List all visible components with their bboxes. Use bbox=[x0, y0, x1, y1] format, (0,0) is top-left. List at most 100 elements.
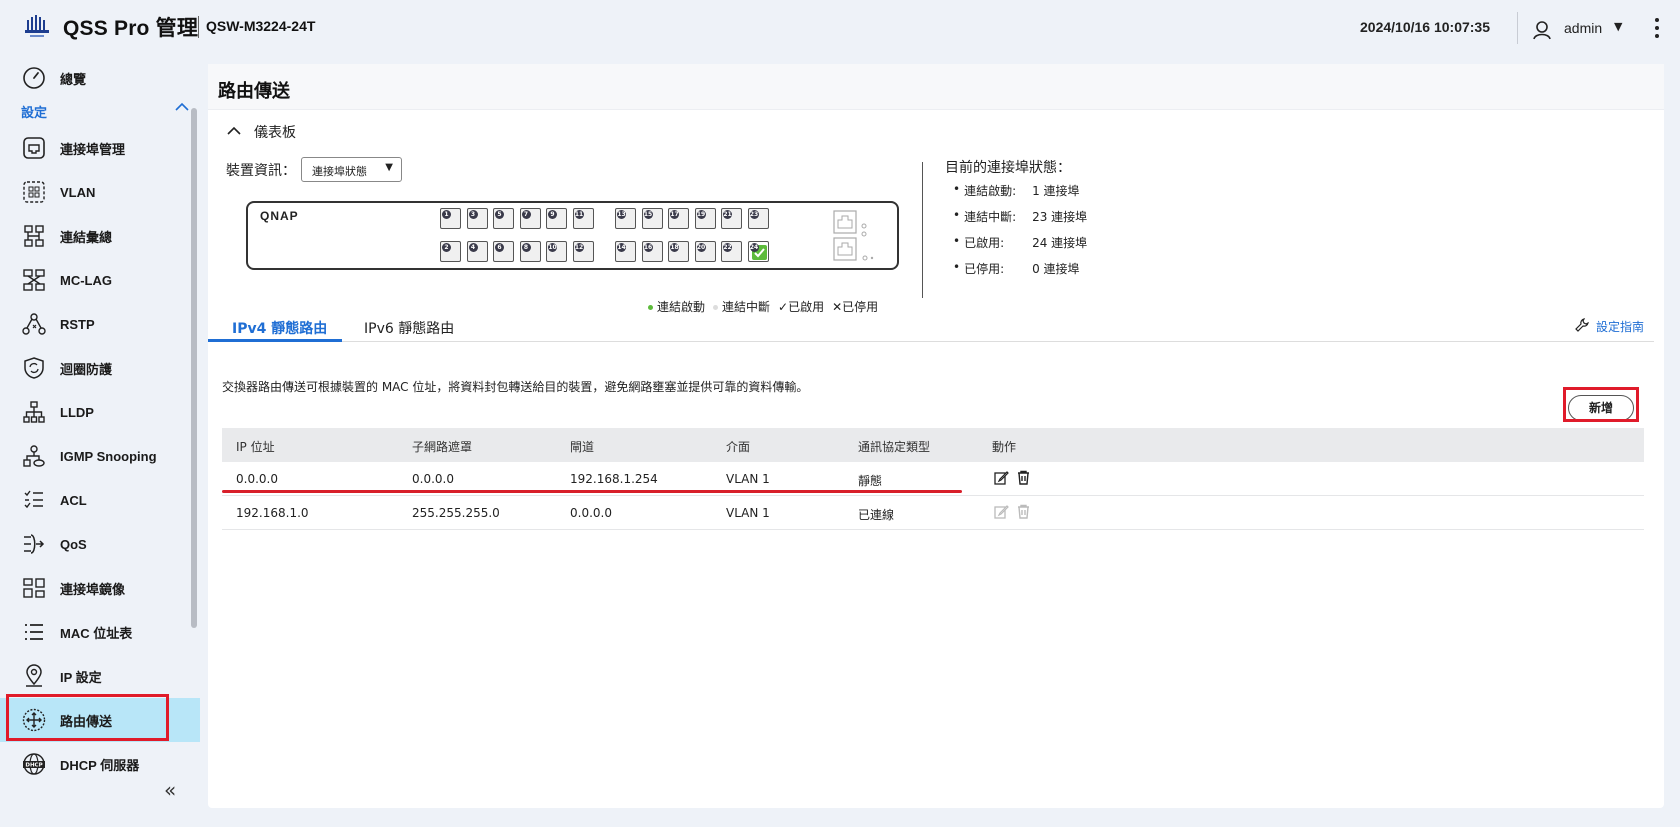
wrench-icon[interactable] bbox=[1574, 317, 1590, 333]
switch-port[interactable]: 12 bbox=[572, 241, 594, 262]
cell-interface: VLAN 1 bbox=[726, 506, 770, 520]
switch-port[interactable]: 10 bbox=[546, 241, 567, 262]
qos-icon bbox=[24, 534, 45, 554]
column-header: 介面 bbox=[726, 440, 751, 454]
sidebar-item-label: 路由傳送 bbox=[60, 713, 113, 729]
switch-port[interactable]: 20 bbox=[694, 241, 716, 262]
port-number: 8 bbox=[521, 243, 531, 252]
port-status-list: • 連結啟動: 1 連接埠 • 連結中斷: 23 連接埠 • 已啟用: 24 連接埠 … bbox=[953, 182, 1087, 286]
sidebar-item-routing[interactable]: 路由傳送 bbox=[0, 698, 200, 742]
switch-port[interactable]: 17 bbox=[668, 208, 689, 229]
sidebar-item-loop-protection[interactable]: 迴圈防護 bbox=[0, 346, 200, 390]
switch-port[interactable]: 6 bbox=[493, 241, 514, 262]
sidebar-item-vlan[interactable]: VLAN bbox=[0, 170, 200, 214]
switch-port[interactable]: 2 bbox=[440, 241, 461, 262]
switch-port[interactable]: 15 bbox=[641, 208, 663, 229]
sidebar-item-port-management[interactable]: 連接埠管理 bbox=[0, 126, 200, 170]
qss-logo-icon bbox=[25, 15, 49, 37]
sidebar-item-ip-settings[interactable]: IP 設定 bbox=[0, 654, 200, 698]
sidebar-item-label: 連結彙總 bbox=[60, 229, 113, 245]
route-table-header: IP 位址 子網路遮罩 閘道 介面 通訊協定類型 動作 bbox=[222, 428, 1644, 462]
sidebar-item-port-mirroring[interactable]: 連接埠鏡像 bbox=[0, 566, 200, 610]
sidebar-item-qos[interactable]: QoS bbox=[0, 522, 200, 566]
page-title: 路由傳送 bbox=[218, 81, 290, 101]
switch-brand-logo: QNAP bbox=[260, 209, 299, 223]
switch-port[interactable]: 18 bbox=[668, 241, 689, 262]
main-panel: 路由傳送 儀表板 裝置資訊： 連接埠狀態 ▼ QNAP 1 3 5 7 9 11 13 15 1… bbox=[208, 64, 1664, 808]
switch-port[interactable]: 23 bbox=[747, 208, 769, 229]
edit-icon-disabled bbox=[994, 505, 1009, 519]
sidebar-item-igmp-snooping[interactable]: IGMP Snooping bbox=[0, 434, 200, 478]
active-tab-indicator bbox=[208, 339, 342, 342]
cell-subnet: 0.0.0.0 bbox=[412, 472, 454, 486]
port-number: 11 bbox=[574, 210, 584, 219]
switch-port[interactable]: 11 bbox=[572, 208, 594, 229]
sidebar-item-mac-table[interactable]: MAC 位址表 bbox=[0, 610, 200, 654]
sidebar-item-label: LLDP bbox=[60, 404, 94, 420]
port-icon bbox=[23, 137, 45, 159]
more-options-icon[interactable] bbox=[1654, 18, 1660, 38]
switch-port[interactable]: 3 bbox=[466, 208, 488, 229]
mc-lag-icon bbox=[23, 269, 45, 291]
switch-port[interactable]: 7 bbox=[519, 208, 541, 229]
chevron-up-icon[interactable] bbox=[174, 100, 190, 114]
column-header: 通訊協定類型 bbox=[858, 440, 931, 454]
dhcp-icon: DHCP bbox=[23, 753, 45, 775]
table-row[interactable]: 192.168.1.0 255.255.255.0 0.0.0.0 VLAN 1… bbox=[222, 496, 1644, 530]
sidebar-item-mc-lag[interactable]: MC-LAG bbox=[0, 258, 200, 302]
tab-ipv4-static-route[interactable]: IPv4 靜態路由 bbox=[232, 318, 327, 338]
acl-icon bbox=[24, 490, 43, 509]
user-icon[interactable] bbox=[1532, 20, 1552, 40]
port-number: 12 bbox=[574, 243, 584, 252]
add-route-button[interactable]: 新增 bbox=[1568, 395, 1634, 421]
sidebar-item-label: VLAN bbox=[60, 184, 96, 200]
sidebar-item-acl[interactable]: ACL bbox=[0, 478, 200, 522]
switch-port[interactable]: 9 bbox=[546, 208, 567, 229]
setup-guide-link[interactable]: 設定指南 bbox=[1596, 318, 1644, 335]
switch-port[interactable]: 5 bbox=[493, 208, 514, 229]
cell-ip: 0.0.0.0 bbox=[236, 472, 278, 486]
routing-description: 交換器路由傳送可根據裝置的 MAC 位址，將資料封包轉送給目的裝置，避免網路壅塞… bbox=[222, 380, 809, 394]
switch-port[interactable]: 14 bbox=[615, 241, 636, 262]
cell-gateway: 192.168.1.254 bbox=[570, 472, 658, 486]
caret-down-icon[interactable]: ▼ bbox=[1614, 20, 1622, 33]
sidebar-item-link-aggregation[interactable]: 連結彙總 bbox=[0, 214, 200, 258]
switch-port[interactable]: 13 bbox=[615, 208, 636, 229]
collapse-sidebar-icon[interactable]: « bbox=[164, 778, 176, 802]
user-menu[interactable]: admin bbox=[1564, 20, 1602, 36]
column-header: 動作 bbox=[992, 440, 1017, 454]
sidebar-scrollbar[interactable] bbox=[191, 108, 197, 628]
switch-port[interactable]: 4 bbox=[466, 241, 488, 262]
chevron-up-icon[interactable] bbox=[226, 124, 242, 138]
routing-icon bbox=[22, 708, 46, 732]
datetime: 2024/10/16 10:07:35 bbox=[1360, 19, 1490, 35]
sidebar-section-settings[interactable]: 設定 bbox=[21, 102, 47, 121]
sidebar-item-lldp[interactable]: LLDP bbox=[0, 390, 200, 434]
cell-gateway: 0.0.0.0 bbox=[570, 506, 612, 520]
switch-port[interactable]: 22 bbox=[721, 241, 742, 262]
port-number: 10 bbox=[548, 243, 557, 252]
status-row: • 已啟用: 24 連接埠 bbox=[953, 234, 1088, 250]
switch-port[interactable]: 19 bbox=[694, 208, 716, 229]
port-number: 16 bbox=[643, 243, 653, 252]
switch-port[interactable]: 8 bbox=[519, 241, 541, 262]
switch-port[interactable]: 1 bbox=[440, 208, 461, 229]
delete-icon[interactable] bbox=[1016, 470, 1031, 485]
sidebar-item-rstp[interactable]: RSTP bbox=[0, 302, 200, 346]
link-aggregation-icon bbox=[24, 225, 44, 247]
edit-icon[interactable] bbox=[994, 470, 1009, 485]
switch-port[interactable]: 16 bbox=[641, 241, 663, 262]
switch-port[interactable]: 21 bbox=[721, 208, 742, 229]
delete-icon-disabled bbox=[1018, 504, 1029, 519]
mac-table-icon bbox=[25, 624, 43, 640]
tab-ipv6-static-route[interactable]: IPv6 靜態路由 bbox=[364, 318, 454, 338]
top-bar: QSS Pro 管理 QSW-M3224-24T 2024/10/16 10:0… bbox=[0, 0, 1680, 56]
port-number: 9 bbox=[548, 210, 557, 219]
port-number: 3 bbox=[468, 210, 478, 219]
sidebar: 總覽 設定 連接埠管理 VLAN 連結彙總 MC-LAG RSTP 迴圈防護 L… bbox=[0, 56, 200, 827]
port-number: 5 bbox=[495, 210, 504, 219]
switch-port[interactable]: 24 bbox=[747, 241, 769, 262]
device-info-select[interactable]: 連接埠狀態 ▼ bbox=[301, 157, 402, 182]
sidebar-item-overview[interactable]: 總覽 bbox=[0, 56, 200, 100]
sidebar-item-label: MAC 位址表 bbox=[60, 625, 133, 641]
